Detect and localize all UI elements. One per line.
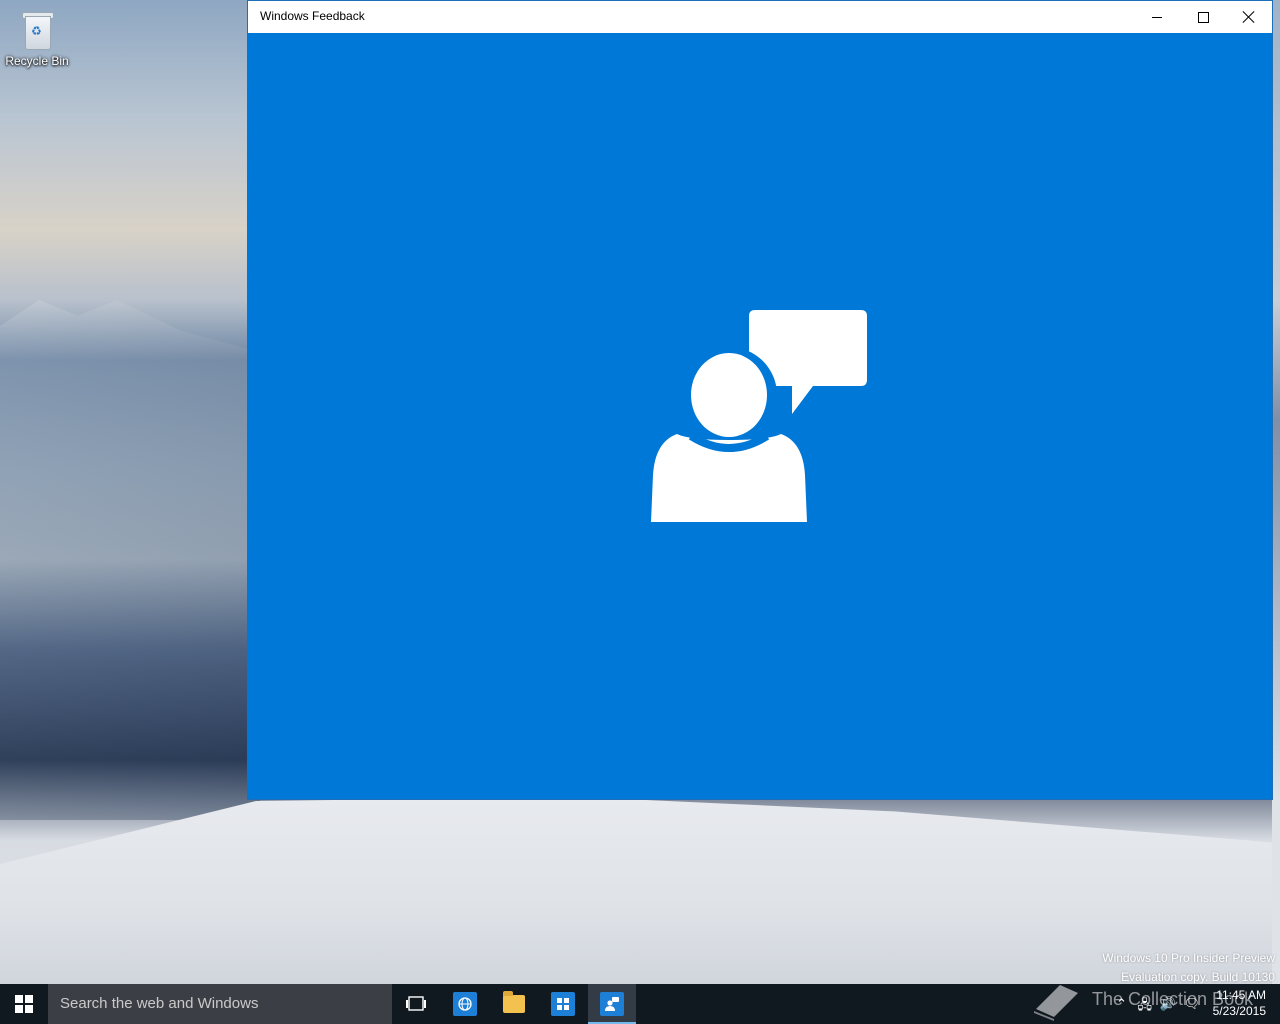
search-placeholder: Search the web and Windows bbox=[60, 995, 259, 1012]
windows-feedback-taskbar-button[interactable] bbox=[588, 984, 636, 1024]
brand-text: The Collection Book bbox=[1092, 989, 1254, 1009]
windows-feedback-window[interactable]: Windows Feedback bbox=[247, 0, 1273, 800]
window-title: Windows Feedback bbox=[260, 9, 365, 23]
maximize-icon bbox=[1197, 11, 1209, 23]
close-button[interactable] bbox=[1226, 1, 1272, 33]
recycle-bin-icon: ♻ bbox=[21, 10, 54, 50]
watermark-edition: Windows 10 Pro Insider Preview bbox=[1102, 951, 1275, 965]
wallpaper-mountain bbox=[0, 300, 260, 820]
internet-explorer-button[interactable] bbox=[441, 984, 489, 1024]
wallpaper-edge bbox=[1272, 0, 1280, 1000]
recycle-bin-shortcut[interactable]: ♻ Recycle Bin bbox=[4, 6, 70, 78]
folder-icon bbox=[503, 991, 525, 1013]
windows-logo-icon bbox=[15, 995, 33, 1013]
feedback-person-speech-icon bbox=[651, 310, 867, 522]
desktop-icon-label: Recycle Bin bbox=[5, 54, 69, 68]
minimize-icon bbox=[1152, 16, 1162, 18]
book-logo-icon bbox=[1034, 985, 1078, 1021]
maximize-button[interactable] bbox=[1180, 1, 1226, 33]
search-box[interactable]: Search the web and Windows bbox=[48, 984, 392, 1024]
collection-book-watermark: The Collection Book bbox=[1030, 977, 1270, 1021]
splash-screen bbox=[248, 33, 1272, 799]
task-view-button[interactable] bbox=[392, 984, 440, 1024]
minimize-button[interactable] bbox=[1134, 1, 1180, 33]
ie-icon bbox=[453, 992, 477, 1016]
file-explorer-button[interactable] bbox=[490, 984, 538, 1024]
store-button[interactable] bbox=[539, 984, 587, 1024]
start-button[interactable] bbox=[0, 984, 48, 1024]
close-icon bbox=[1243, 11, 1255, 23]
task-view-icon bbox=[406, 996, 426, 1011]
store-icon bbox=[551, 992, 575, 1016]
window-titlebar[interactable]: Windows Feedback bbox=[248, 1, 1272, 33]
feedback-icon bbox=[600, 992, 624, 1016]
